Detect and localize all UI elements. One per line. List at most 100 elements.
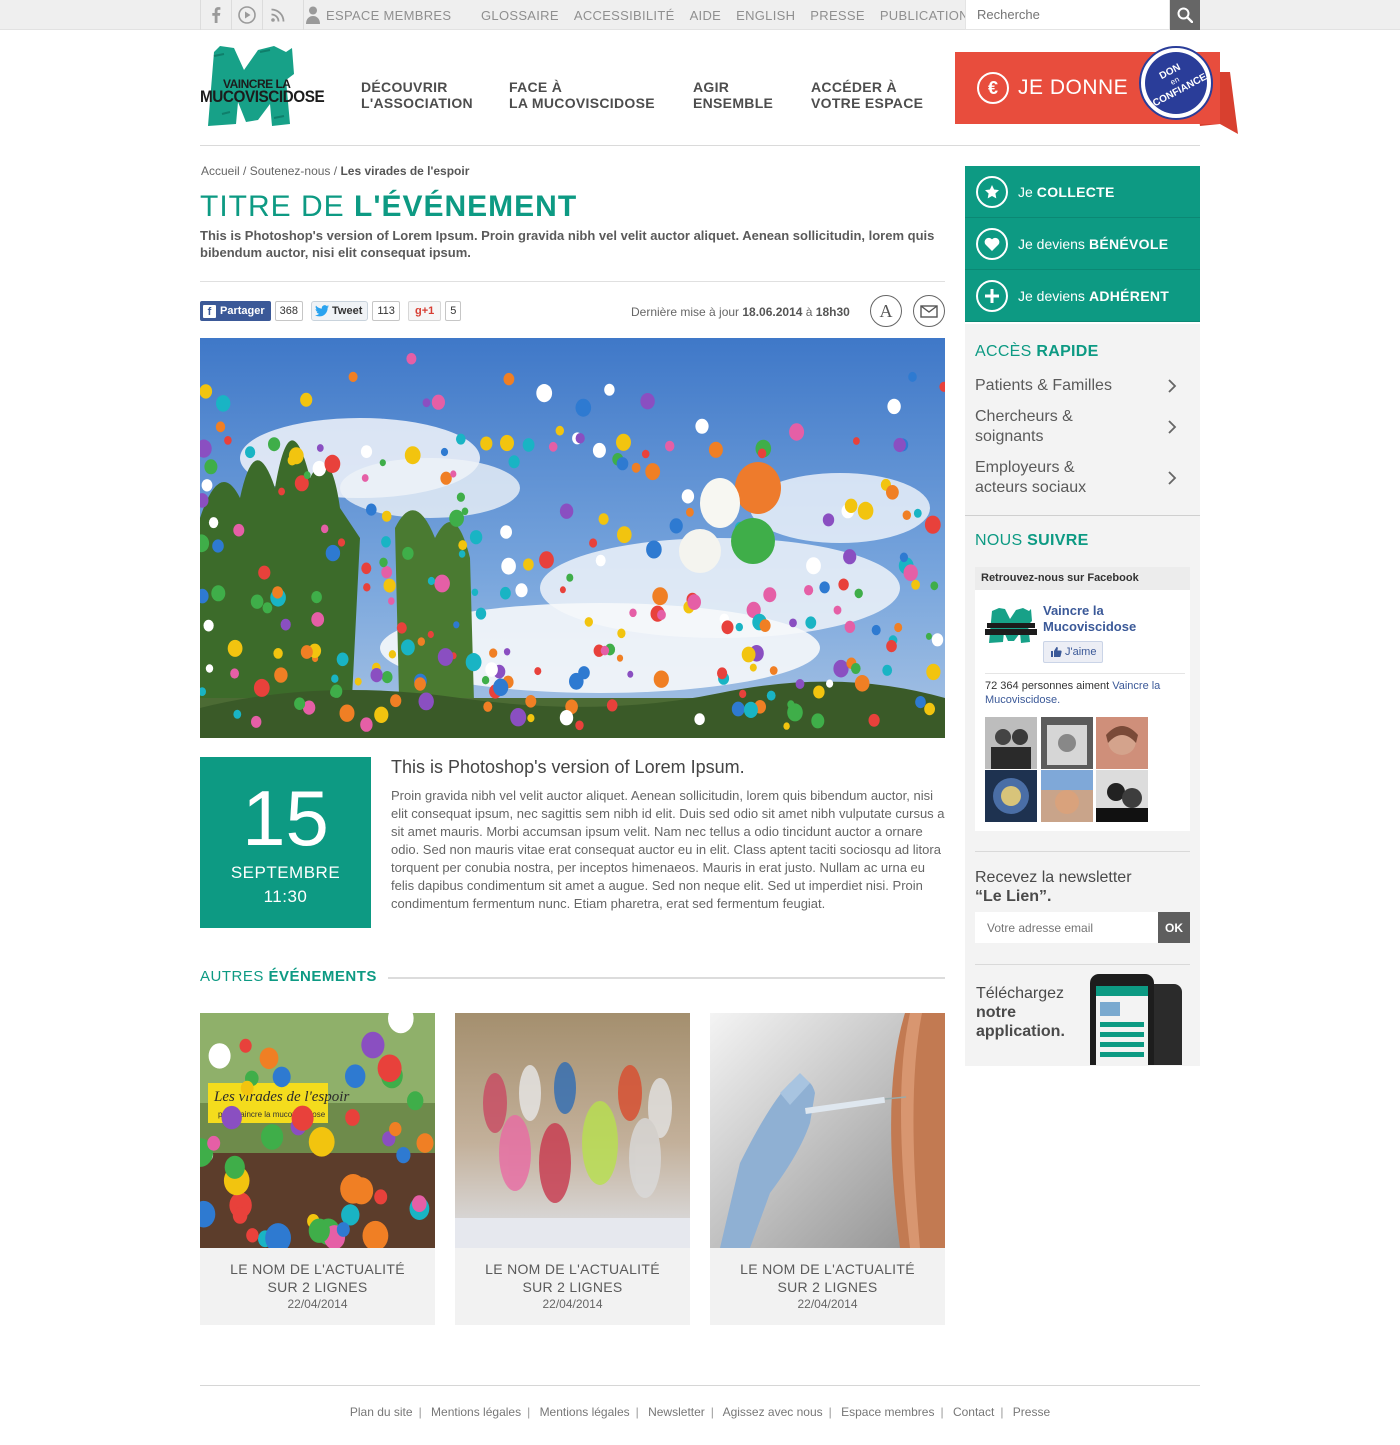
balloon [268,437,281,452]
footer-link-plan[interactable]: Plan du site [350,1405,413,1419]
footer-separator: | [418,1405,422,1419]
link-glossaire[interactable]: GLOSSAIRE [481,8,559,23]
follow-us-title-light: NOUS [975,532,1028,549]
balloon [324,454,341,473]
balloon [396,622,407,634]
balloon [826,679,834,688]
balloon [616,654,624,662]
fan-avatar[interactable] [1041,770,1093,822]
balloon [203,619,214,632]
quick-access-title-bold: RAPIDE [1036,343,1099,360]
facebook-share-button[interactable]: f Partager [200,301,271,321]
event-card[interactable]: LE NOM DE L'ACTUALITÉ SUR 2 LIGNES 22/04… [455,1013,690,1325]
balloon [559,586,566,594]
balloon [469,530,483,545]
balloon [374,706,389,723]
footer-link-mentions[interactable]: Mentions légales [431,1405,521,1419]
gplus-button[interactable]: g+1 [408,301,442,321]
tweet-button[interactable]: Tweet [311,301,369,321]
site-logo[interactable]: VAINCRE LA MUCOVISCIDOSE [200,44,325,126]
balloon [246,1228,259,1243]
footer-link-newsletter[interactable]: Newsletter [648,1405,705,1419]
action-collecte[interactable]: Je COLLECTE [965,166,1200,218]
fan-avatar[interactable] [1041,717,1093,769]
newsletter-submit-button[interactable]: OK [1158,912,1190,943]
nav-agir-ensemble[interactable]: AGIR ENSEMBLE [693,79,773,111]
footer-link-presse[interactable]: Presse [1013,1405,1050,1419]
balloon [721,620,734,635]
newsletter-email-input[interactable] [975,912,1158,943]
footer-link-mentions-2[interactable]: Mentions légales [540,1405,630,1419]
search-button[interactable] [1170,0,1200,30]
breadcrumb-home[interactable]: Accueil [201,164,240,178]
balloon [681,489,695,504]
balloons-photo [200,338,945,738]
footer-link-espace-membres[interactable]: Espace membres [841,1405,934,1419]
footer-link-agissez[interactable]: Agissez avec nous [723,1405,823,1419]
link-english[interactable]: ENGLISH [736,8,795,23]
search-input[interactable] [965,0,1170,30]
newsletter-title-line: Recevez la newsletter [975,869,1132,886]
nav-item-line: ACCÉDER À [811,79,897,95]
app-download-title[interactable]: Téléchargez notre application. [976,984,1065,1041]
action-benevole[interactable]: Je deviens BÉNÉVOLE [965,218,1200,270]
nav-item-line: L'ASSOCIATION [361,95,473,111]
facebook-icon[interactable] [200,0,231,30]
member-area-link[interactable]: ESPACE MEMBRES [303,0,451,30]
breadcrumb-soutenez[interactable]: Soutenez-nous [250,164,331,178]
nav-discover-association[interactable]: DÉCOUVRIR L'ASSOCIATION [361,79,473,111]
twitter-share[interactable]: Tweet 113 [311,301,400,321]
balloon [899,552,909,563]
fan-avatar[interactable] [985,717,1037,769]
event-card[interactable]: LE NOM DE L'ACTUALITÉ SUR 2 LIGNES 22/04… [710,1013,945,1325]
nav-face-mucoviscidose[interactable]: FACE À LA MUCOVISCIDOSE [509,79,655,111]
nav-acceder-espace[interactable]: ACCÉDER À VOTRE ESPACE [811,79,923,111]
balloon [931,633,944,647]
facebook-fans-text: 72 364 personnes aiment [985,680,1113,692]
balloon [749,663,757,672]
balloon [527,714,535,723]
balloon [500,434,514,452]
gplus-share[interactable]: g+1 5 [408,301,462,321]
quick-link-patients[interactable]: Patients & Familles [975,376,1185,396]
balloon [258,565,271,580]
facebook-share[interactable]: f Partager 368 [200,301,303,321]
facebook-fans-link-line: Vaincre la [1112,680,1161,692]
quick-link-chercheurs[interactable]: Chercheurs & soignants [975,407,1185,447]
rss-icon[interactable] [262,0,293,30]
divider [200,281,945,282]
email-share-button[interactable] [913,295,945,327]
follow-us-title: NOUS SUIVRE [975,532,1089,550]
quick-link-employeurs[interactable]: Employeurs & acteurs sociaux [975,458,1185,498]
balloon [695,418,709,434]
seal-text: DON en CONFIANCE [1151,62,1209,109]
link-aide[interactable]: AIDE [690,8,722,23]
fan-avatar[interactable] [1096,770,1148,822]
balloon [458,540,468,551]
link-presse[interactable]: PRESSE [810,8,865,23]
app-title-line: Téléchargez [976,985,1065,1002]
footer-link-contact[interactable]: Contact [953,1405,994,1419]
event-body: Proin gravida nibh vel velit auctor aliq… [391,788,945,911]
balloon [665,440,675,452]
footer-separator: | [527,1405,531,1419]
facebook-like-button[interactable]: J'aime [1043,641,1104,663]
action-adherent[interactable]: Je deviens ADHÉRENT [965,270,1200,322]
balloon [440,447,449,457]
balloon [211,585,226,602]
nav-item-line: ENSEMBLE [693,95,774,111]
event-card-title-line: SUR 2 LIGNES [777,1279,878,1295]
fan-avatar[interactable] [985,770,1037,822]
link-accessibilite[interactable]: ACCESSIBILITÉ [574,8,675,23]
fan-avatar[interactable] [1096,717,1148,769]
balloon [401,639,415,656]
play-icon[interactable] [231,0,262,30]
font-size-button[interactable]: A [870,295,902,327]
balloon [361,1031,385,1059]
balloon [868,713,880,727]
balloon [208,517,219,529]
event-card[interactable]: Les virades de l'espoir pour vaincre la … [200,1013,435,1325]
facebook-page-name[interactable]: Vaincre la Mucoviscidose [1043,603,1173,635]
link-publications[interactable]: PUBLICATIONS [880,8,978,23]
balloon [377,1054,402,1083]
